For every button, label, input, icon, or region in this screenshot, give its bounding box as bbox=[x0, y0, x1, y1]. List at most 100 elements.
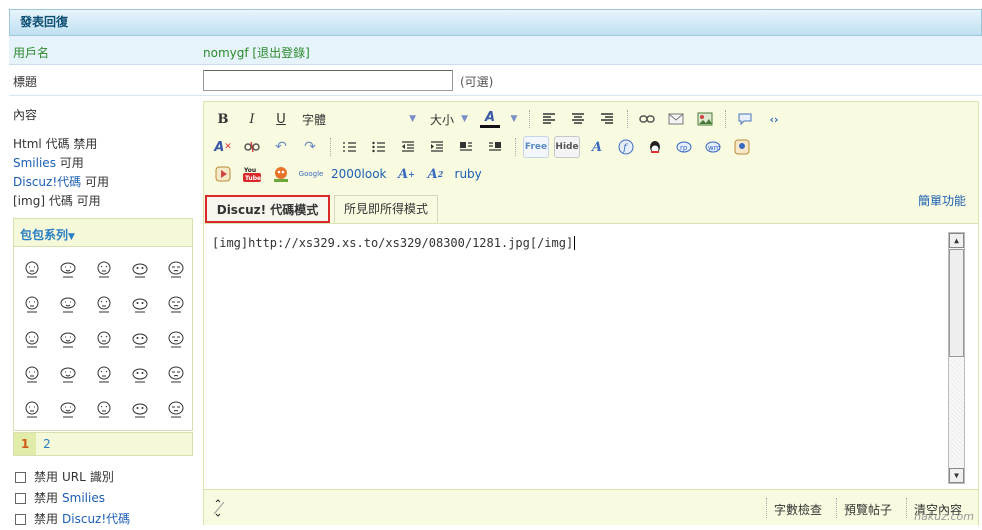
emoticon-icon[interactable] bbox=[14, 286, 50, 321]
title-input[interactable] bbox=[203, 70, 453, 91]
font-size-select[interactable]: 大小 ▼ bbox=[426, 109, 472, 129]
bold-button[interactable]: B bbox=[211, 108, 235, 130]
emoticon-icon[interactable] bbox=[122, 356, 158, 391]
remove-format-icon[interactable]: A ✕ bbox=[211, 136, 235, 158]
logout-link[interactable]: [退出登錄] bbox=[252, 46, 309, 60]
checkbox[interactable] bbox=[15, 472, 26, 483]
toolbar-separator bbox=[515, 138, 516, 156]
google-video-icon[interactable]: Google bbox=[298, 163, 324, 185]
emoticon-icon[interactable] bbox=[50, 356, 86, 391]
align-center-icon[interactable] bbox=[566, 108, 590, 130]
subscript-icon[interactable]: A2 bbox=[424, 163, 448, 185]
ordered-list-icon[interactable] bbox=[338, 136, 362, 158]
emoticon-icon[interactable] bbox=[86, 251, 122, 286]
image-icon[interactable] bbox=[693, 108, 717, 130]
code-state: 代碼 禁用 bbox=[41, 137, 98, 151]
code-name[interactable]: Smilies bbox=[13, 156, 56, 170]
option-disable-smilies[interactable]: 禁用 Smilies bbox=[15, 488, 130, 509]
chevron-down-icon: ▼ bbox=[510, 114, 518, 124]
emoticon-icon[interactable] bbox=[50, 286, 86, 321]
content-label: 內容 bbox=[13, 108, 38, 122]
emoticon-icon[interactable] bbox=[122, 251, 158, 286]
float-right-icon[interactable] bbox=[483, 136, 507, 158]
youtube-icon[interactable]: You Tube bbox=[240, 163, 264, 185]
emoticon-icon[interactable] bbox=[86, 321, 122, 356]
scroll-thumb[interactable] bbox=[949, 249, 964, 357]
hide-tag-button[interactable]: Hide bbox=[554, 136, 580, 158]
emoticon-icon[interactable] bbox=[14, 321, 50, 356]
preview-post-button[interactable]: 預覽帖子 bbox=[844, 501, 892, 518]
superscript-icon[interactable]: A + bbox=[395, 163, 419, 185]
flash-icon[interactable]: f bbox=[614, 136, 638, 158]
emoticon-icon[interactable] bbox=[14, 391, 50, 426]
option-disable-url[interactable]: 禁用 URL 識別 bbox=[15, 467, 130, 488]
link-icon[interactable] bbox=[635, 108, 659, 130]
video-icon[interactable] bbox=[211, 163, 235, 185]
tudou-icon[interactable] bbox=[269, 163, 293, 185]
page-2-button[interactable]: 2 bbox=[36, 433, 58, 455]
quote-icon[interactable] bbox=[733, 108, 757, 130]
emoticon-series-dropdown[interactable]: 包包系列▼ bbox=[14, 219, 192, 247]
align-left-icon[interactable] bbox=[537, 108, 561, 130]
checkbox[interactable] bbox=[15, 514, 26, 525]
indent-icon[interactable] bbox=[425, 136, 449, 158]
code-state: 可用 bbox=[81, 175, 109, 189]
scroll-down-arrow-icon[interactable]: ▼ bbox=[949, 468, 964, 483]
email-icon[interactable] bbox=[664, 108, 688, 130]
message-content: [img]http://xs329.xs.to/xs329/08300/1281… bbox=[212, 236, 574, 250]
emoticon-icon[interactable] bbox=[158, 321, 194, 356]
italic-button[interactable]: I bbox=[240, 108, 264, 130]
tab-wysiwyg[interactable]: 所見即所得模式 bbox=[334, 195, 438, 223]
unordered-list-icon[interactable] bbox=[367, 136, 391, 158]
2000look-button[interactable]: 2000look bbox=[331, 167, 387, 181]
real-media-icon[interactable]: rp bbox=[672, 136, 696, 158]
tab-discuz-code[interactable]: Discuz! 代碼模式 bbox=[205, 195, 330, 223]
emoticon-icon[interactable] bbox=[86, 286, 122, 321]
word-count-check-button[interactable]: 字數檢查 bbox=[774, 501, 822, 518]
emoticon-icon[interactable] bbox=[14, 251, 50, 286]
windows-media-icon[interactable]: wm bbox=[701, 136, 725, 158]
free-tag-button[interactable]: Free bbox=[523, 136, 549, 158]
font-color-dropdown[interactable]: ▼ bbox=[507, 108, 521, 130]
font-family-select[interactable]: 字體 ▼ bbox=[298, 109, 420, 129]
undo-icon[interactable]: ↶ bbox=[269, 136, 293, 158]
checkbox[interactable] bbox=[15, 493, 26, 504]
float-left-icon[interactable] bbox=[454, 136, 478, 158]
toolbar-row-2: A ✕ ↶ ↷ Free Hide A f rp wm bbox=[211, 133, 759, 161]
footer-separator bbox=[836, 498, 837, 518]
emoticon-icon[interactable] bbox=[122, 286, 158, 321]
title-row: 標題 (可選) bbox=[9, 65, 982, 96]
code-icon[interactable]: ‹› bbox=[762, 108, 786, 130]
emoticon-icon[interactable] bbox=[50, 321, 86, 356]
ruby-button[interactable]: ruby bbox=[455, 167, 482, 181]
emoticon-icon[interactable] bbox=[158, 286, 194, 321]
emoticon-icon[interactable] bbox=[158, 391, 194, 426]
emoticon-icon[interactable] bbox=[122, 321, 158, 356]
flash-text-icon[interactable]: A bbox=[585, 136, 609, 158]
emoticon-series-label: 包包系列 bbox=[20, 228, 69, 242]
outdent-icon[interactable] bbox=[396, 136, 420, 158]
emoticon-icon[interactable] bbox=[122, 391, 158, 426]
emoticon-icon[interactable] bbox=[158, 251, 194, 286]
code-name[interactable]: Discuz!代碼 bbox=[13, 175, 81, 189]
unlink-icon[interactable] bbox=[240, 136, 264, 158]
redo-icon[interactable]: ↷ bbox=[298, 136, 322, 158]
emoticon-icon[interactable] bbox=[158, 356, 194, 391]
emoticon-icon[interactable] bbox=[50, 251, 86, 286]
align-right-icon[interactable] bbox=[595, 108, 619, 130]
message-textarea[interactable]: [img]http://xs329.xs.to/xs329/08300/1281… bbox=[204, 223, 978, 489]
emoticon-icon[interactable] bbox=[86, 356, 122, 391]
username-label: 用戶名 bbox=[13, 46, 50, 60]
audio-icon[interactable] bbox=[730, 136, 754, 158]
font-color-button[interactable]: A bbox=[478, 108, 502, 130]
textarea-scrollbar[interactable]: ▲ ▼ bbox=[948, 232, 965, 484]
emoticon-icon[interactable] bbox=[86, 391, 122, 426]
underline-button[interactable]: U bbox=[269, 108, 293, 130]
resize-handle-icon[interactable] bbox=[210, 498, 230, 518]
emoticon-icon[interactable] bbox=[50, 391, 86, 426]
page-1-button[interactable]: 1 bbox=[14, 433, 36, 455]
qq-icon[interactable] bbox=[643, 136, 667, 158]
font-select-label: 字體 bbox=[302, 112, 327, 127]
emoticon-icon[interactable] bbox=[14, 356, 50, 391]
scroll-up-arrow-icon[interactable]: ▲ bbox=[949, 233, 964, 248]
